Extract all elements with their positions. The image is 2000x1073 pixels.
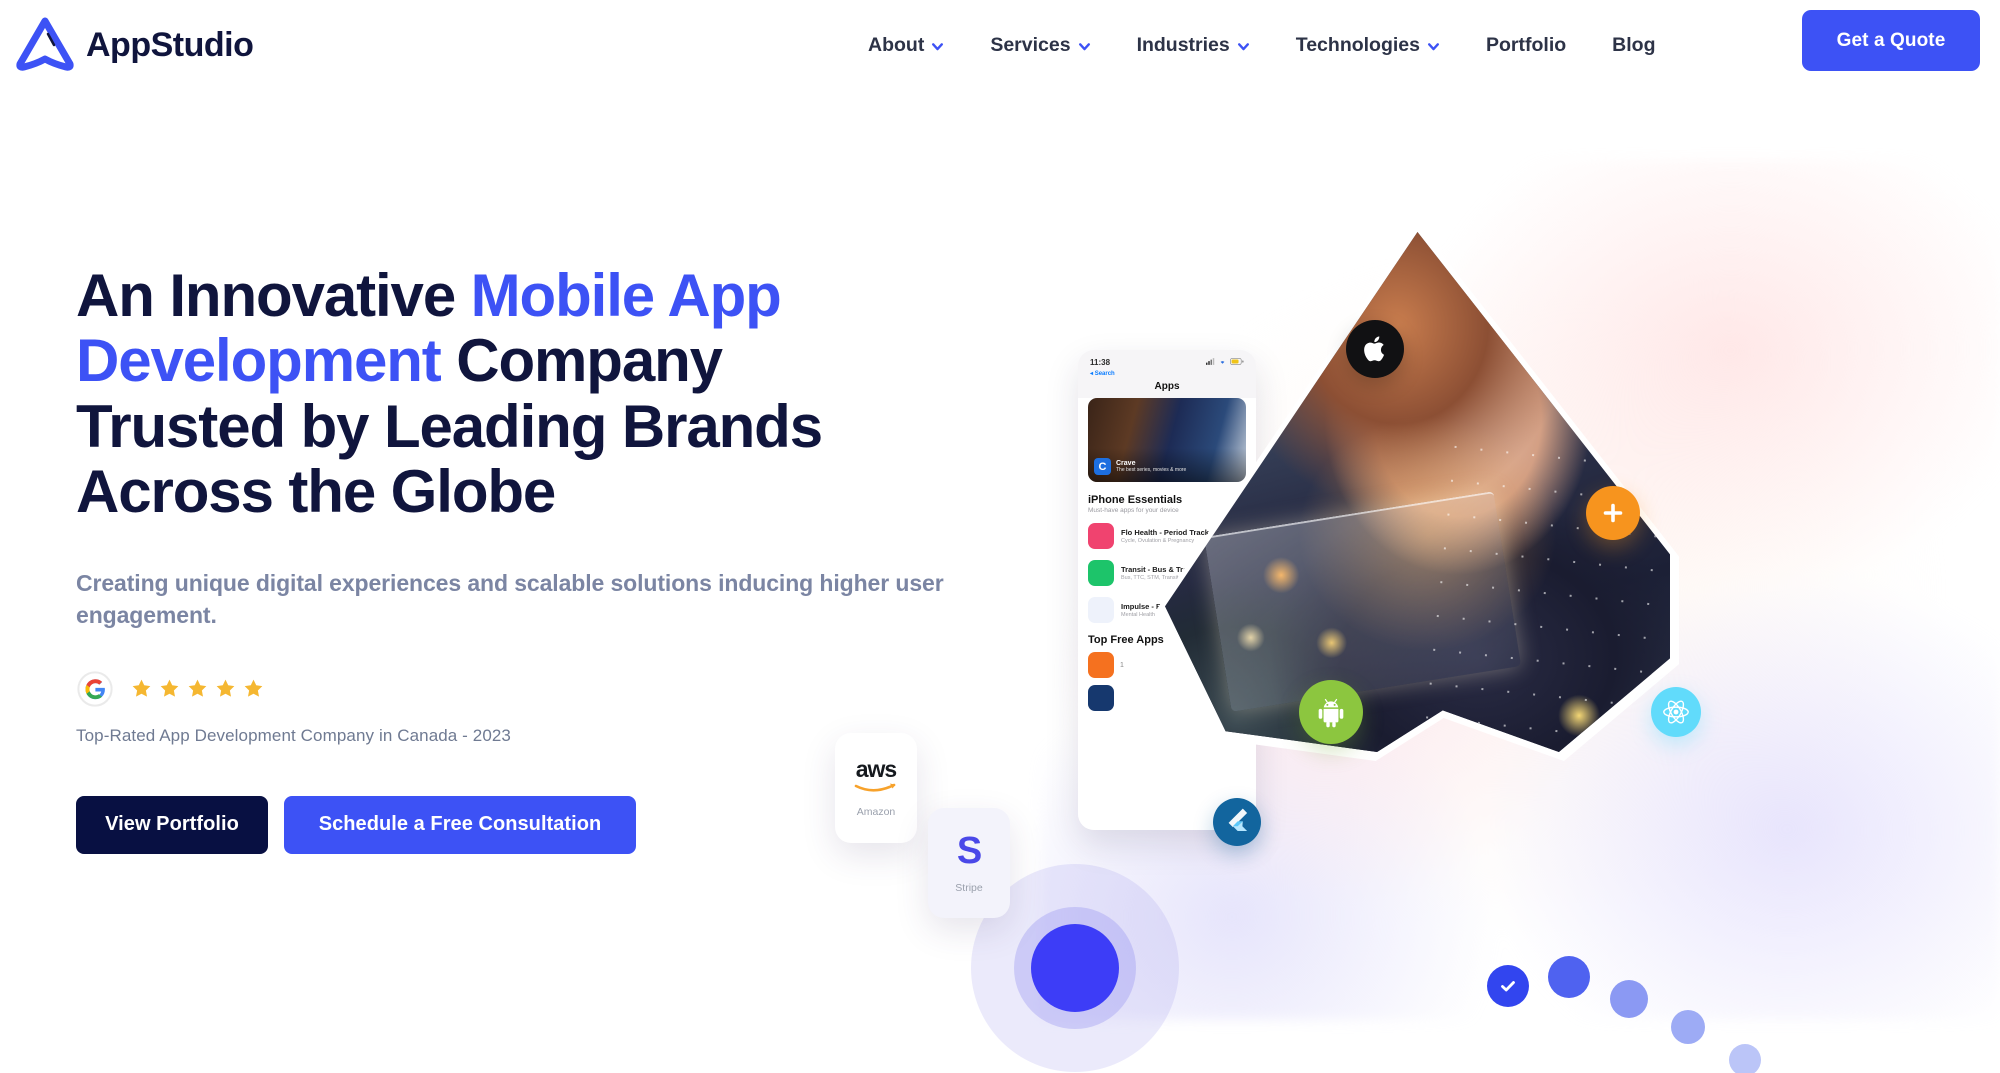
nav-label: Portfolio <box>1486 33 1567 56</box>
headline-segment-1: An Innovative <box>76 262 471 329</box>
get-a-quote-button[interactable]: Get a Quote <box>1802 10 1980 71</box>
rank-number: 1 <box>1120 661 1124 669</box>
decorative-dot <box>1610 980 1648 1018</box>
featured-app-name: Crave <box>1116 460 1136 467</box>
appstudio-triangle-logo-icon <box>14 14 76 76</box>
nav-label: Services <box>990 33 1071 56</box>
brand-name: AppStudio <box>86 25 254 64</box>
app-icon: C <box>1094 458 1111 475</box>
app-icon <box>1088 685 1114 711</box>
check-badge <box>1487 965 1529 1007</box>
react-icon[interactable] <box>1651 687 1701 737</box>
app-icon <box>1088 597 1114 623</box>
hero-section: An Innovative Mobile App Development Com… <box>0 90 2000 1073</box>
hero-visual: 11:38 ◂ Search Apps C Crave The best ser… <box>835 120 2000 1073</box>
page-title: An Innovative Mobile App Development Com… <box>76 263 906 525</box>
aws-card-label: Amazon <box>856 806 896 818</box>
star-icon <box>159 678 180 699</box>
star-icon <box>131 678 152 699</box>
rating-row <box>76 670 996 708</box>
aws-icon: aws <box>854 758 898 794</box>
view-portfolio-button[interactable]: View Portfolio <box>76 795 268 854</box>
site-header: AppStudio About Services Industries Tech… <box>0 0 2000 90</box>
chevron-down-icon <box>931 40 944 53</box>
plus-icon[interactable] <box>1586 486 1640 540</box>
chevron-down-icon <box>1237 40 1250 53</box>
app-icon <box>1088 652 1114 678</box>
star-rating <box>131 678 264 699</box>
phone-status-time: 11:38 <box>1090 357 1111 367</box>
nav-label: Technologies <box>1295 33 1420 56</box>
check-icon <box>1501 981 1515 992</box>
decorative-dot <box>1671 1010 1705 1044</box>
featured-app-sub: The best series, movies & more <box>1116 467 1187 473</box>
decorative-dot <box>1729 1044 1761 1073</box>
main-navigation: About Services Industries Technologies P… <box>845 0 1678 90</box>
landing-page: AppStudio About Services Industries Tech… <box>0 0 2000 1073</box>
flutter-icon[interactable] <box>1213 798 1261 846</box>
google-g-icon <box>76 670 114 708</box>
nav-item-about[interactable]: About <box>845 34 967 57</box>
chevron-down-icon <box>1078 40 1091 53</box>
stripe-card-label: Stripe <box>955 882 983 894</box>
aws-card[interactable]: aws Amazon <box>835 733 917 843</box>
nav-label: Industries <box>1136 33 1230 56</box>
star-icon <box>215 678 236 699</box>
nav-item-technologies[interactable]: Technologies <box>1273 34 1463 57</box>
app-icon <box>1088 560 1114 586</box>
android-icon[interactable] <box>1299 680 1363 744</box>
nav-item-blog[interactable]: Blog <box>1589 34 1678 57</box>
nav-item-portfolio[interactable]: Portfolio <box>1463 34 1589 57</box>
nav-label: Blog <box>1612 33 1656 56</box>
aws-logo-text: aws <box>855 756 897 782</box>
apple-icon[interactable] <box>1346 320 1404 378</box>
stripe-card[interactable]: S Stripe <box>928 808 1010 918</box>
star-icon <box>243 678 264 699</box>
nav-item-services[interactable]: Services <box>967 34 1113 57</box>
star-icon <box>187 678 208 699</box>
schedule-consultation-button[interactable]: Schedule a Free Consultation <box>284 795 636 854</box>
app-icon <box>1088 523 1114 549</box>
decorative-dot <box>1548 956 1590 998</box>
chevron-down-icon <box>1427 40 1440 53</box>
hero-subheadline: Creating unique digital experiences and … <box>76 569 944 629</box>
decorative-circle-inner <box>1031 924 1119 1012</box>
nav-label: About <box>868 33 925 56</box>
brand-logo[interactable]: AppStudio <box>14 14 254 76</box>
stripe-icon: S <box>956 830 982 872</box>
nav-item-industries[interactable]: Industries <box>1114 34 1273 57</box>
